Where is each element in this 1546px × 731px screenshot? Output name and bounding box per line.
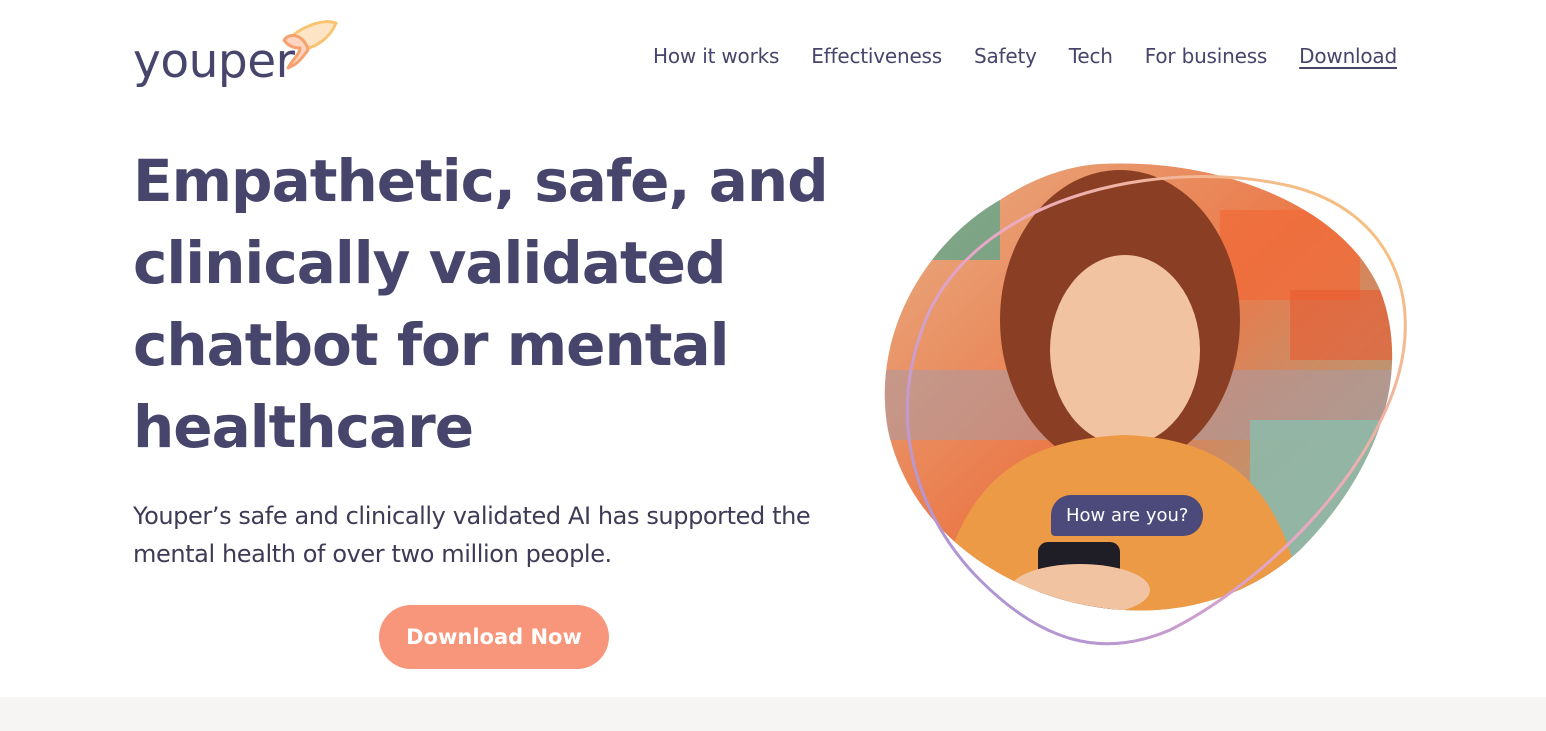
how-are-you-bubble: How are you? — [1051, 495, 1204, 536]
nav-effectiveness[interactable]: Effectiveness — [811, 40, 942, 72]
hero-title: Empathetic, safe, and clinically validat… — [133, 147, 829, 461]
youper-logo[interactable]: youper — [133, 20, 343, 92]
main-nav: How it works Effectiveness Safety Tech F… — [653, 40, 1397, 72]
nav-safety[interactable]: Safety — [974, 40, 1037, 72]
next-section-band — [0, 697, 1546, 731]
bird-logo-icon — [282, 20, 338, 70]
nav-tech[interactable]: Tech — [1069, 40, 1113, 72]
hero-photo-blob — [884, 163, 1407, 646]
download-now-button[interactable]: Download Now — [379, 605, 609, 669]
nav-download[interactable]: Download — [1299, 40, 1397, 72]
logo-wordmark: youper — [133, 34, 295, 89]
nav-how-it-works[interactable]: How it works — [653, 40, 779, 72]
nav-for-business[interactable]: For business — [1145, 40, 1268, 72]
site-header: youper How it works Effectiveness Safety… — [0, 0, 1546, 110]
hero-subtitle: Youper’s safe and clinically validated A… — [133, 502, 811, 568]
